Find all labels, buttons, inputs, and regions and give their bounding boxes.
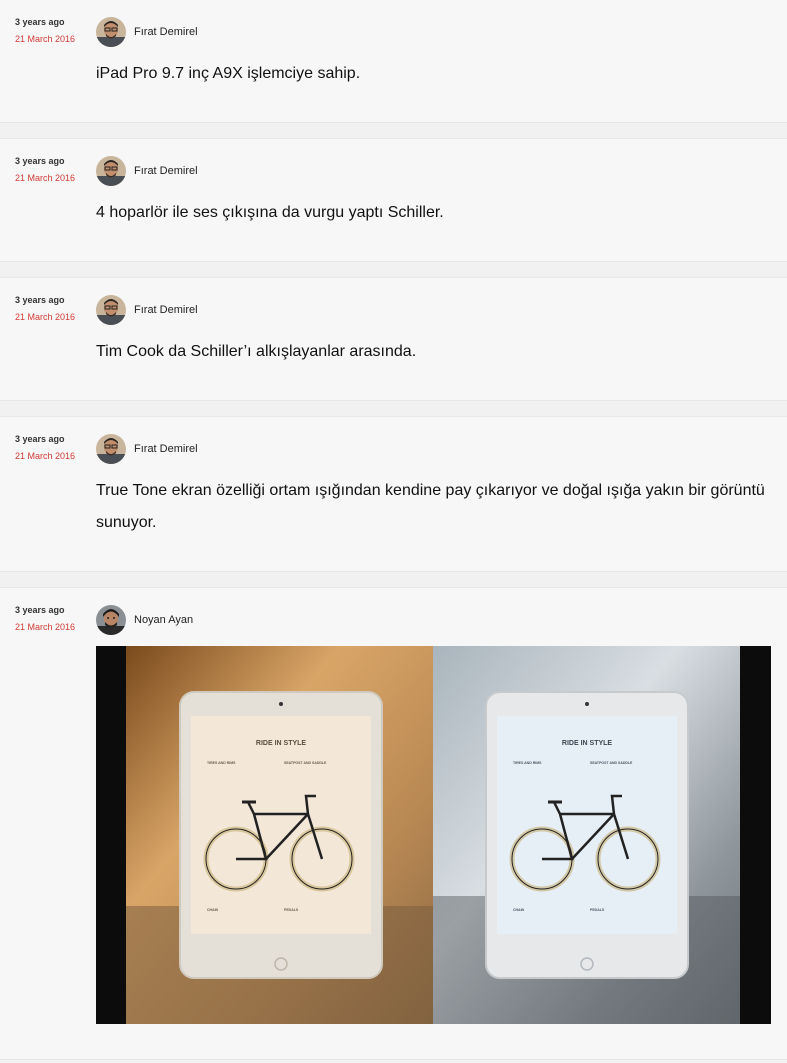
screen-section: TIRES AND RIMS — [207, 761, 236, 765]
post-meta: 3 years ago 21 March 2016 — [15, 155, 90, 184]
author-name[interactable]: Fırat Demirel — [134, 165, 198, 177]
screen-section: SEATPOST AND SADDLE — [590, 761, 633, 765]
screen-section: CHAIN — [513, 908, 525, 912]
post-image[interactable]: RIDE IN STYLE TIRES AND RIMS SEATPOST AN… — [96, 646, 771, 1024]
post-author[interactable]: Fırat Demirel — [96, 155, 198, 187]
live-blog-feed: 3 years ago 21 March 2016 Fırat Demirel … — [0, 0, 787, 1060]
author-name[interactable]: Fırat Demirel — [134, 26, 198, 38]
post-text: Tim Cook da Schiller’ı alkışlayanlar ara… — [96, 343, 417, 360]
post-date: 21 March 2016 — [15, 173, 76, 183]
screen-title: RIDE IN STYLE — [562, 740, 613, 747]
post-divider — [0, 123, 787, 139]
screen-section: PEDALS — [284, 908, 299, 912]
live-post: 3 years ago 21 March 2016 Fırat Demirel … — [0, 0, 787, 123]
screen-section: CHAIN — [207, 908, 219, 912]
live-post: 3 years ago 21 March 2016 Noyan Ayan RID… — [0, 588, 787, 1060]
post-time-ago: 3 years ago — [15, 17, 65, 27]
live-post: 3 years ago 21 March 2016 Fırat Demirel … — [0, 278, 787, 401]
avatar[interactable] — [96, 156, 126, 186]
post-divider — [0, 262, 787, 278]
author-name[interactable]: Noyan Ayan — [134, 614, 193, 626]
screen-section: PEDALS — [590, 908, 605, 912]
post-author[interactable]: Fırat Demirel — [96, 294, 198, 326]
post-time-ago: 3 years ago — [15, 295, 65, 305]
avatar[interactable] — [96, 434, 126, 464]
post-date: 21 March 2016 — [15, 451, 76, 461]
post-meta: 3 years ago 21 March 2016 — [15, 604, 90, 633]
post-meta: 3 years ago 21 March 2016 — [15, 433, 90, 462]
screen-section: TIRES AND RIMS — [513, 761, 542, 765]
post-author[interactable]: Noyan Ayan — [96, 604, 193, 636]
post-meta: 3 years ago 21 March 2016 — [15, 16, 90, 45]
post-time-ago: 3 years ago — [15, 605, 65, 615]
avatar[interactable] — [96, 295, 126, 325]
post-divider — [0, 572, 787, 588]
post-date: 21 March 2016 — [15, 622, 76, 632]
post-text: 4 hoparlör ile ses çıkışına da vurgu yap… — [96, 204, 444, 221]
post-author[interactable]: Fırat Demirel — [96, 433, 198, 465]
screen-title: RIDE IN STYLE — [256, 740, 307, 747]
author-name[interactable]: Fırat Demirel — [134, 443, 198, 455]
author-name[interactable]: Fırat Demirel — [134, 304, 198, 316]
post-divider — [0, 401, 787, 417]
post-text: True Tone ekran özelliği ortam ışığından… — [96, 482, 765, 531]
screen-section: SEATPOST AND SADDLE — [284, 761, 327, 765]
post-text: iPad Pro 9.7 inç A9X işlemciye sahip. — [96, 65, 361, 82]
live-post: 3 years ago 21 March 2016 Fırat Demirel … — [0, 417, 787, 572]
post-time-ago: 3 years ago — [15, 434, 65, 444]
post-date: 21 March 2016 — [15, 34, 76, 44]
post-meta: 3 years ago 21 March 2016 — [15, 294, 90, 323]
live-post: 3 years ago 21 March 2016 Fırat Demirel … — [0, 139, 787, 262]
avatar[interactable] — [96, 605, 126, 635]
post-time-ago: 3 years ago — [15, 156, 65, 166]
avatar[interactable] — [96, 17, 126, 47]
post-date: 21 March 2016 — [15, 312, 76, 322]
post-author[interactable]: Fırat Demirel — [96, 16, 198, 48]
